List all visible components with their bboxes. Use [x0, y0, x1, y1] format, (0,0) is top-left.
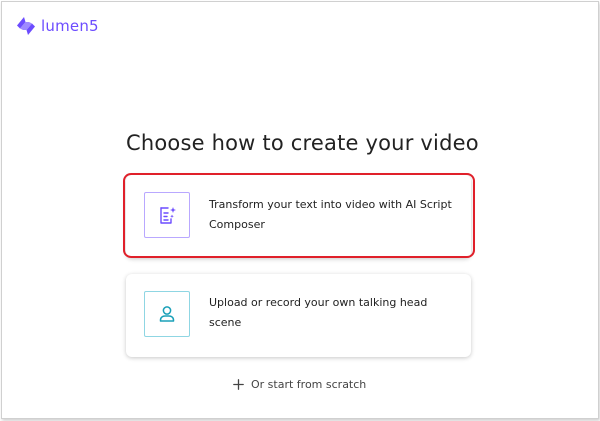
highlight-outline	[123, 173, 475, 258]
page-title: Choose how to create your video	[126, 131, 479, 155]
option-label: Upload or record your own talking head s…	[209, 296, 428, 329]
option-talking-head[interactable]: Upload or record your own talking head s…	[126, 274, 471, 357]
person-icon	[159, 306, 175, 322]
brand-logo[interactable]: lumen5	[16, 14, 99, 38]
plus-icon	[233, 379, 244, 390]
brand-name: lumen5	[41, 17, 99, 35]
start-from-scratch-link[interactable]: Or start from scratch	[233, 378, 366, 391]
app-window: lumen5 Choose how to create your video T…	[1, 1, 599, 419]
lumen5-logo-icon	[17, 17, 35, 35]
option-icon-box	[144, 291, 190, 337]
start-from-scratch-label: Or start from scratch	[251, 378, 367, 391]
